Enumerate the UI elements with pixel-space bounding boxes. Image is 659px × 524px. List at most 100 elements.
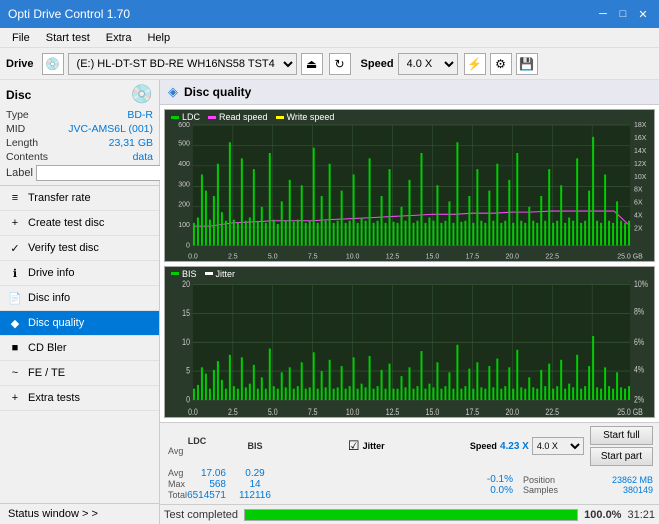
sidebar-item-transfer-rate[interactable]: ≡ Transfer rate bbox=[0, 186, 159, 211]
disc-quality-icon: ◆ bbox=[8, 316, 22, 330]
jitter-checkbox[interactable]: ☑ bbox=[348, 438, 360, 454]
svg-text:17.5: 17.5 bbox=[466, 407, 480, 417]
svg-text:18X: 18X bbox=[634, 120, 647, 129]
speed-set-button[interactable]: ⚡ bbox=[464, 53, 486, 75]
drive-info-icon: ℹ bbox=[8, 266, 22, 280]
settings-button[interactable]: ⚙ bbox=[490, 53, 512, 75]
svg-text:7.5: 7.5 bbox=[308, 407, 318, 417]
sidebar-item-drive-info[interactable]: ℹ Drive info bbox=[0, 261, 159, 286]
svg-text:12X: 12X bbox=[634, 159, 647, 168]
progress-percentage: 100.0% bbox=[584, 509, 621, 521]
sidebar-item-disc-info[interactable]: 📄 Disc info bbox=[0, 286, 159, 311]
progress-bar-fill bbox=[245, 510, 577, 520]
disc-mid-label: MID bbox=[6, 123, 25, 135]
menu-extra[interactable]: Extra bbox=[98, 31, 140, 45]
minimize-button[interactable]: ─ bbox=[595, 6, 611, 22]
bis-header: BIS bbox=[230, 441, 280, 451]
svg-text:22.5: 22.5 bbox=[545, 251, 559, 260]
charts-area: LDC Read speed Write speed bbox=[160, 105, 659, 422]
legend-jitter-dot bbox=[205, 272, 213, 275]
svg-text:25.0 GB: 25.0 GB bbox=[617, 251, 643, 260]
svg-text:8%: 8% bbox=[634, 306, 644, 316]
sidebar-item-label: Extra tests bbox=[28, 392, 80, 404]
disc-length-label: Length bbox=[6, 137, 38, 149]
svg-text:4%: 4% bbox=[634, 364, 644, 374]
bottom-chart-legend: BIS Jitter bbox=[171, 269, 235, 279]
drive-select[interactable]: (E:) HL-DT-ST BD-RE WH16NS58 TST4 bbox=[68, 53, 297, 75]
menu-file[interactable]: File bbox=[4, 31, 38, 45]
disc-panel-title: Disc bbox=[6, 88, 31, 102]
svg-text:500: 500 bbox=[178, 138, 190, 147]
save-button[interactable]: 💾 bbox=[516, 53, 538, 75]
svg-text:20: 20 bbox=[182, 279, 190, 289]
legend-bis: BIS bbox=[171, 269, 197, 279]
content-area: ◈ Disc quality LDC Read speed bbox=[160, 80, 659, 524]
svg-text:5.0: 5.0 bbox=[268, 251, 278, 260]
legend-bis-dot bbox=[171, 272, 179, 275]
svg-text:200: 200 bbox=[178, 199, 190, 208]
drive-label: Drive bbox=[6, 58, 34, 70]
ldc-labels: Avg bbox=[166, 446, 228, 456]
main-layout: Disc 💿 Type BD-R MID JVC-AMS6L (001) Len… bbox=[0, 80, 659, 524]
disc-contents-value: data bbox=[133, 151, 153, 163]
verify-test-disc-icon: ✓ bbox=[8, 241, 22, 255]
disc-contents-row: Contents data bbox=[6, 151, 153, 163]
ldc-avg: 17.06 bbox=[201, 468, 226, 479]
speed-select[interactable]: 4.0 X MAX 8.0 X bbox=[398, 53, 458, 75]
disc-contents-label: Contents bbox=[6, 151, 48, 163]
svg-text:14X: 14X bbox=[634, 146, 647, 155]
svg-text:8X: 8X bbox=[634, 184, 643, 193]
svg-text:20.0: 20.0 bbox=[505, 251, 519, 260]
refresh-button[interactable]: ↻ bbox=[329, 53, 351, 75]
status-window-button[interactable]: Status window > > bbox=[0, 503, 159, 524]
disc-type-label: Type bbox=[6, 109, 29, 121]
svg-text:6%: 6% bbox=[634, 337, 644, 347]
start-part-button[interactable]: Start part bbox=[590, 447, 653, 466]
sidebar-item-label: Disc quality bbox=[28, 317, 84, 329]
sidebar-item-fe-te[interactable]: ~ FE / TE bbox=[0, 361, 159, 386]
disc-length-row: Length 23,31 GB bbox=[6, 137, 153, 149]
ldc-total: 6514571 bbox=[187, 490, 226, 501]
disc-label-input[interactable] bbox=[36, 165, 174, 181]
bis-avg: 0.29 bbox=[245, 468, 264, 479]
svg-text:10X: 10X bbox=[634, 172, 647, 181]
sidebar-item-cd-bler[interactable]: ■ CD Bler bbox=[0, 336, 159, 361]
sidebar-item-label: Transfer rate bbox=[28, 192, 91, 204]
sidebar-item-label: Verify test disc bbox=[28, 242, 99, 254]
svg-text:10%: 10% bbox=[634, 279, 648, 289]
svg-text:10.0: 10.0 bbox=[346, 251, 360, 260]
quality-icon: ◈ bbox=[168, 84, 178, 100]
sidebar-item-label: Create test disc bbox=[28, 217, 104, 229]
start-full-button[interactable]: Start full bbox=[590, 426, 653, 445]
drive-bar: Drive 💿 (E:) HL-DT-ST BD-RE WH16NS58 TST… bbox=[0, 48, 659, 80]
disc-type-row: Type BD-R bbox=[6, 109, 153, 121]
close-button[interactable]: ✕ bbox=[635, 6, 651, 22]
menu-start-test[interactable]: Start test bbox=[38, 31, 98, 45]
sidebar-item-verify-test-disc[interactable]: ✓ Verify test disc bbox=[0, 236, 159, 261]
extra-tests-icon: + bbox=[8, 391, 22, 405]
disc-panel-icon: 💿 bbox=[131, 84, 153, 105]
top-chart: LDC Read speed Write speed bbox=[164, 109, 655, 262]
svg-text:0: 0 bbox=[186, 240, 190, 249]
sidebar-item-disc-quality[interactable]: ◆ Disc quality bbox=[0, 311, 159, 336]
menu-help[interactable]: Help bbox=[139, 31, 178, 45]
drive-icon-button[interactable]: 💿 bbox=[42, 53, 64, 75]
speed-select-stats[interactable]: 4.0 X bbox=[532, 437, 584, 455]
legend-ldc: LDC bbox=[171, 112, 200, 122]
bottom-status-bar: Test completed 100.0% 31:21 bbox=[160, 504, 659, 524]
speed-label: Speed bbox=[361, 58, 394, 70]
samples-label: Samples bbox=[523, 485, 558, 495]
disc-mid-value: JVC-AMS6L (001) bbox=[68, 123, 153, 135]
svg-text:6X: 6X bbox=[634, 197, 643, 206]
svg-text:2%: 2% bbox=[634, 394, 644, 404]
svg-text:2X: 2X bbox=[634, 223, 643, 232]
legend-read-speed: Read speed bbox=[208, 112, 268, 122]
maximize-button[interactable]: □ bbox=[615, 6, 631, 22]
disc-panel: Disc 💿 Type BD-R MID JVC-AMS6L (001) Len… bbox=[0, 80, 159, 186]
sidebar-item-extra-tests[interactable]: + Extra tests bbox=[0, 386, 159, 411]
svg-text:300: 300 bbox=[178, 179, 190, 188]
avg-label-ldc: Avg bbox=[168, 468, 183, 479]
speed-section: Speed 4.23 X 4.0 X bbox=[470, 437, 584, 455]
eject-button[interactable]: ⏏ bbox=[301, 53, 323, 75]
sidebar-item-create-test-disc[interactable]: + Create test disc bbox=[0, 211, 159, 236]
